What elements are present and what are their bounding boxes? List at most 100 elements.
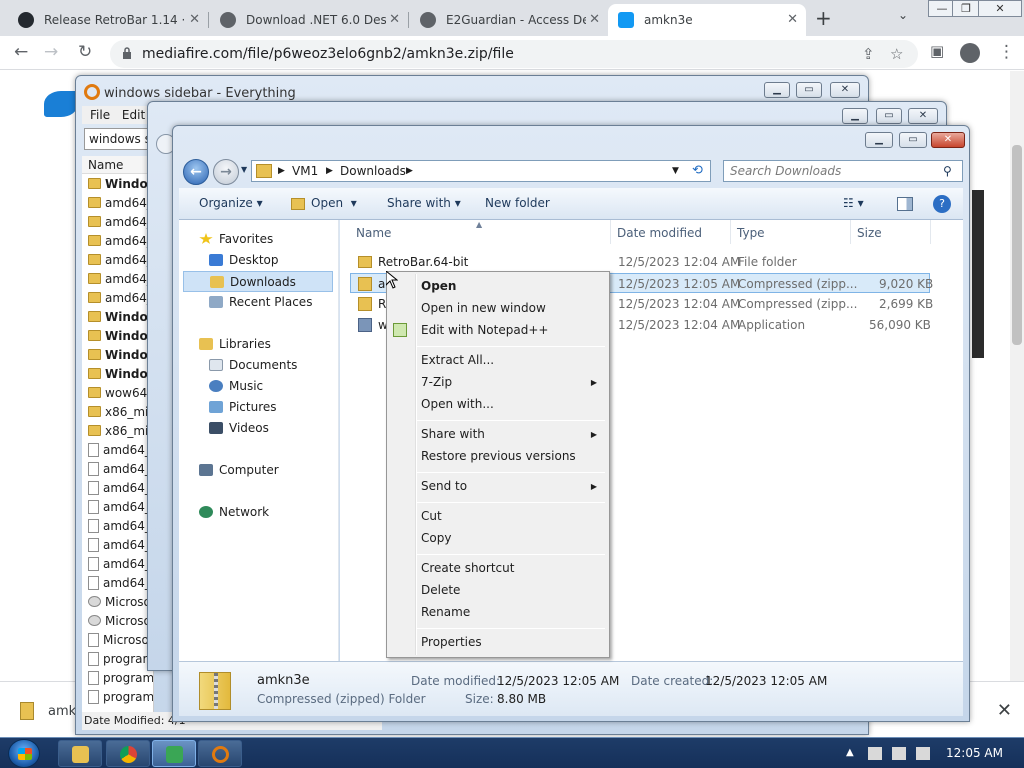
- refresh-icon[interactable]: ⟲: [692, 163, 703, 178]
- nav-libraries[interactable]: Libraries: [199, 337, 271, 351]
- breadcrumb-downloads[interactable]: Downloads: [340, 164, 406, 178]
- breadcrumb-separator-icon[interactable]: ▶: [406, 166, 413, 176]
- taskbar-chrome[interactable]: [106, 740, 150, 767]
- menu-item-extract-all[interactable]: Extract All...: [421, 353, 494, 367]
- column-header-name[interactable]: Name: [356, 226, 391, 240]
- side-panel-icon[interactable]: ▣: [930, 42, 944, 60]
- share-icon[interactable]: ⇪: [862, 45, 875, 63]
- tab-retrobar-release[interactable]: Release RetroBar 1.14 · dd ✕: [8, 4, 208, 36]
- tab-mediafire-active[interactable]: amkn3e ✕: [608, 4, 806, 36]
- view-options-icon[interactable]: ☷ ▾: [843, 196, 864, 210]
- menu-kebab-icon[interactable]: ⋮: [998, 42, 1015, 62]
- menu-item-restore-previous[interactable]: Restore previous versions: [421, 449, 576, 463]
- result-row[interactable]: amd64_: [82, 288, 153, 307]
- organize-button[interactable]: Organize ▾: [199, 196, 263, 210]
- network-status-icon[interactable]: [892, 747, 906, 760]
- menu-item-open-new-window[interactable]: Open in new window: [421, 301, 546, 315]
- breadcrumb-separator-icon[interactable]: ▶: [278, 166, 285, 176]
- file-row-retrobar-folder[interactable]: RetroBar.64-bit 12/5/2023 12:04 AM File …: [350, 252, 930, 272]
- back-arrow-icon[interactable]: ←: [14, 42, 28, 62]
- result-row[interactable]: amd64_: [82, 478, 153, 497]
- nav-pictures[interactable]: Pictures: [209, 400, 277, 414]
- menu-file[interactable]: File: [90, 108, 110, 122]
- maximize-button[interactable]: ❐: [952, 0, 980, 17]
- taskbar-everything[interactable]: [198, 740, 242, 767]
- close-icon[interactable]: ✕: [189, 12, 200, 27]
- result-row[interactable]: Microso: [82, 630, 153, 649]
- forward-arrow-icon[interactable]: →: [213, 159, 239, 185]
- menu-item-share-with[interactable]: Share with: [421, 427, 485, 441]
- menu-item-copy[interactable]: Copy: [421, 531, 451, 545]
- result-row[interactable]: program: [82, 649, 153, 668]
- result-row[interactable]: Window: [82, 174, 153, 193]
- address-dropdown-icon[interactable]: ▼: [672, 166, 679, 176]
- tray-expand-icon[interactable]: ▲: [846, 747, 860, 760]
- close-button[interactable]: ✕: [908, 108, 938, 124]
- result-row[interactable]: x86_mic: [82, 421, 153, 440]
- taskbar-app-active[interactable]: [152, 740, 196, 767]
- result-row[interactable]: Window: [82, 364, 153, 383]
- taskbar-explorer[interactable]: [58, 740, 102, 767]
- result-row[interactable]: wow64_: [82, 383, 153, 402]
- nav-music[interactable]: Music: [209, 379, 263, 393]
- column-header-size[interactable]: Size: [857, 226, 882, 240]
- tab-e2guardian[interactable]: E2Guardian - Access Deni ✕: [410, 4, 608, 36]
- result-row[interactable]: amd64_: [82, 459, 153, 478]
- result-row[interactable]: amd64_: [82, 535, 153, 554]
- open-button[interactable]: Open ▾: [311, 196, 357, 210]
- maximize-button[interactable]: ▭: [796, 82, 822, 98]
- result-row[interactable]: Window: [82, 345, 153, 364]
- result-row[interactable]: Microso: [82, 611, 153, 630]
- maximize-button[interactable]: ▭: [899, 132, 927, 148]
- result-row[interactable]: amd64_: [82, 440, 153, 459]
- result-row[interactable]: program: [82, 668, 153, 687]
- profile-avatar-icon[interactable]: [960, 43, 980, 63]
- close-icon[interactable]: ✕: [787, 12, 798, 27]
- minimize-button[interactable]: ▁: [842, 108, 868, 124]
- new-tab-button[interactable]: +: [815, 6, 832, 30]
- help-icon[interactable]: ?: [933, 195, 951, 213]
- search-input[interactable]: windows sid: [84, 128, 154, 150]
- result-row[interactable]: amd64_: [82, 554, 153, 573]
- tab-search-chevron-icon[interactable]: ⌄: [898, 8, 908, 22]
- result-row[interactable]: amd64_: [82, 497, 153, 516]
- nav-recent-places[interactable]: Recent Places: [209, 295, 312, 309]
- address-bar[interactable]: mediafire.com/file/p6weoz3elo6gnb2/amkn3…: [110, 40, 918, 68]
- nav-network[interactable]: Network: [199, 505, 269, 519]
- result-row[interactable]: Window: [82, 326, 153, 345]
- result-row[interactable]: amd64_: [82, 193, 153, 212]
- new-folder-button[interactable]: New folder: [485, 196, 550, 210]
- menu-item-create-shortcut[interactable]: Create shortcut: [421, 561, 514, 575]
- result-row[interactable]: Microso: [82, 592, 153, 611]
- result-row[interactable]: program_file: [82, 687, 153, 706]
- result-row[interactable]: amd64_: [82, 250, 153, 269]
- menu-item-open[interactable]: Open: [421, 279, 456, 293]
- result-row[interactable]: amd64_: [82, 516, 153, 535]
- menu-item-properties[interactable]: Properties: [421, 635, 482, 649]
- column-header-name[interactable]: Name: [82, 156, 153, 174]
- column-header-date-modified[interactable]: Date modified: [617, 226, 702, 240]
- nav-documents[interactable]: Documents: [209, 358, 297, 372]
- menu-item-edit-notepad[interactable]: Edit with Notepad++: [421, 323, 548, 337]
- menu-item-7zip[interactable]: 7-Zip: [421, 375, 452, 389]
- reload-icon[interactable]: ↻: [78, 42, 92, 62]
- close-icon[interactable]: ✕: [589, 12, 600, 27]
- minimize-button[interactable]: ▁: [764, 82, 790, 98]
- scrollbar-thumb[interactable]: [1012, 145, 1022, 345]
- tab-dotnet-download[interactable]: Download .NET 6.0 Desk ✕: [210, 4, 408, 36]
- page-scrollbar[interactable]: [1010, 71, 1024, 681]
- share-with-button[interactable]: Share with ▾: [387, 196, 461, 210]
- result-row[interactable]: x86_mic: [82, 402, 153, 421]
- back-arrow-icon[interactable]: ←: [183, 159, 209, 185]
- menu-item-delete[interactable]: Delete: [421, 583, 460, 597]
- nav-favorites[interactable]: Favorites: [199, 232, 273, 246]
- menu-edit[interactable]: Edit: [122, 108, 145, 122]
- nav-computer[interactable]: Computer: [199, 463, 279, 477]
- menu-item-send-to[interactable]: Send to: [421, 479, 467, 493]
- start-button[interactable]: [8, 739, 40, 768]
- column-header-type[interactable]: Type: [737, 226, 765, 240]
- address-breadcrumb[interactable]: ▶ VM1 ▶ Downloads ▶ ▼ ⟲: [251, 160, 711, 182]
- menu-item-rename[interactable]: Rename: [421, 605, 470, 619]
- close-button[interactable]: ✕: [931, 132, 965, 148]
- menu-item-open-with[interactable]: Open with...: [421, 397, 494, 411]
